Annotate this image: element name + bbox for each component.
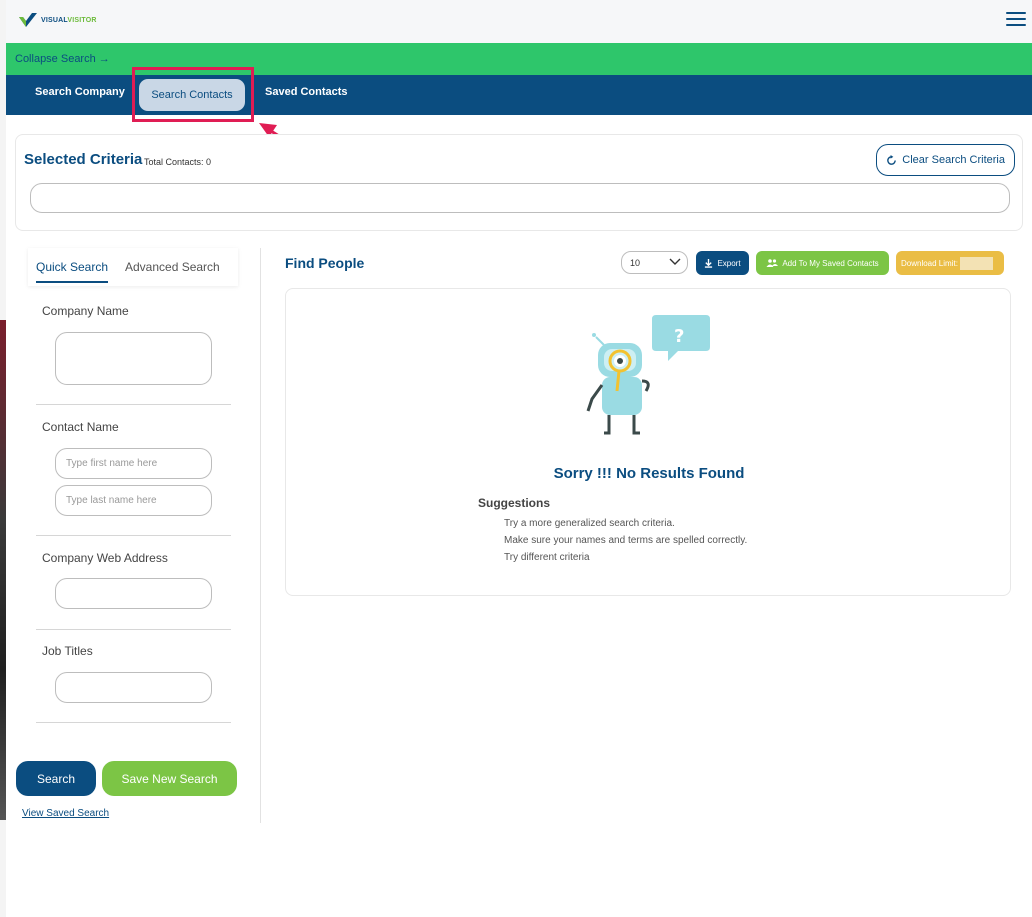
- search-panel: Quick Search Advanced Search Company Nam…: [15, 248, 261, 823]
- results-card: ? Sorry !!! No Results Found Suggestions…: [285, 288, 1011, 596]
- search-button[interactable]: Search: [16, 761, 96, 796]
- checkmark-logo-icon: [19, 13, 37, 27]
- last-name-input[interactable]: Type last name here: [55, 485, 212, 516]
- selected-criteria-card: Selected Criteria Total Contacts: 0 Clea…: [15, 134, 1023, 231]
- export-button[interactable]: Export: [696, 251, 749, 275]
- contact-name-label: Contact Name: [42, 420, 119, 434]
- annotation-highlight-box: [132, 67, 254, 122]
- job-titles-input[interactable]: [55, 672, 212, 703]
- job-titles-label: Job Titles: [42, 644, 93, 658]
- brand-logo[interactable]: VISUALVISITOR: [18, 11, 97, 29]
- tab-quick-search[interactable]: Quick Search: [36, 260, 109, 283]
- brand-name: VISUALVISITOR: [41, 16, 97, 24]
- divider: [36, 629, 231, 630]
- suggestion-item: Make sure your names and terms are spell…: [504, 535, 748, 546]
- users-icon: [766, 259, 779, 267]
- company-name-input[interactable]: [55, 332, 212, 385]
- background-window-edge: [0, 0, 6, 917]
- download-icon: [705, 258, 713, 268]
- company-web-address-label: Company Web Address: [42, 551, 168, 565]
- clear-search-criteria-label: Clear Search Criteria: [902, 154, 1005, 166]
- per-page-select[interactable]: 10: [621, 251, 688, 274]
- search-mode-tabs: Quick Search Advanced Search: [28, 248, 238, 286]
- collapse-search-link[interactable]: Collapse Search →: [15, 53, 110, 65]
- selected-criteria-title: Selected Criteria: [24, 151, 143, 168]
- no-results-title: Sorry !!! No Results Found: [553, 465, 745, 482]
- no-results-robot-icon: ?: [586, 315, 710, 435]
- chevron-down-icon: [669, 258, 681, 265]
- download-limit-button[interactable]: Download Limit:: [896, 251, 1004, 275]
- per-page-value: 10: [630, 257, 641, 268]
- app-header: VISUALVISITOR: [6, 0, 1032, 43]
- divider: [36, 535, 231, 536]
- refresh-icon: [887, 154, 897, 165]
- save-new-search-button[interactable]: Save New Search: [102, 761, 237, 796]
- divider: [36, 404, 231, 405]
- total-contacts-count: Total Contacts: 0: [144, 157, 212, 167]
- add-to-saved-contacts-label: Add To My Saved Contacts: [782, 258, 879, 268]
- menu-icon[interactable]: [1006, 12, 1026, 28]
- background-image-strip: [0, 320, 6, 820]
- export-label: Export: [717, 258, 741, 268]
- svg-text:?: ?: [674, 326, 684, 347]
- tab-advanced-search[interactable]: Advanced Search: [125, 260, 220, 274]
- suggestions-title: Suggestions: [478, 496, 551, 510]
- add-to-saved-contacts-button[interactable]: Add To My Saved Contacts: [756, 251, 889, 275]
- selected-criteria-field[interactable]: [30, 183, 1010, 213]
- suggestion-item: Try a more generalized search criteria.: [504, 518, 675, 529]
- clear-search-criteria-button[interactable]: Clear Search Criteria: [876, 144, 1015, 176]
- download-limit-value: [959, 256, 993, 270]
- view-saved-search-link[interactable]: View Saved Search: [22, 808, 109, 819]
- download-limit-label: Download Limit:: [901, 258, 958, 268]
- first-name-input[interactable]: Type first name here: [55, 448, 212, 479]
- suggestion-item: Try different criteria: [504, 552, 590, 563]
- company-name-label: Company Name: [42, 304, 129, 318]
- divider: [36, 722, 231, 723]
- find-people-title: Find People: [285, 255, 365, 271]
- company-web-address-input[interactable]: [55, 578, 212, 609]
- tab-saved-contacts[interactable]: Saved Contacts: [265, 86, 348, 98]
- tab-search-company[interactable]: Search Company: [35, 86, 125, 98]
